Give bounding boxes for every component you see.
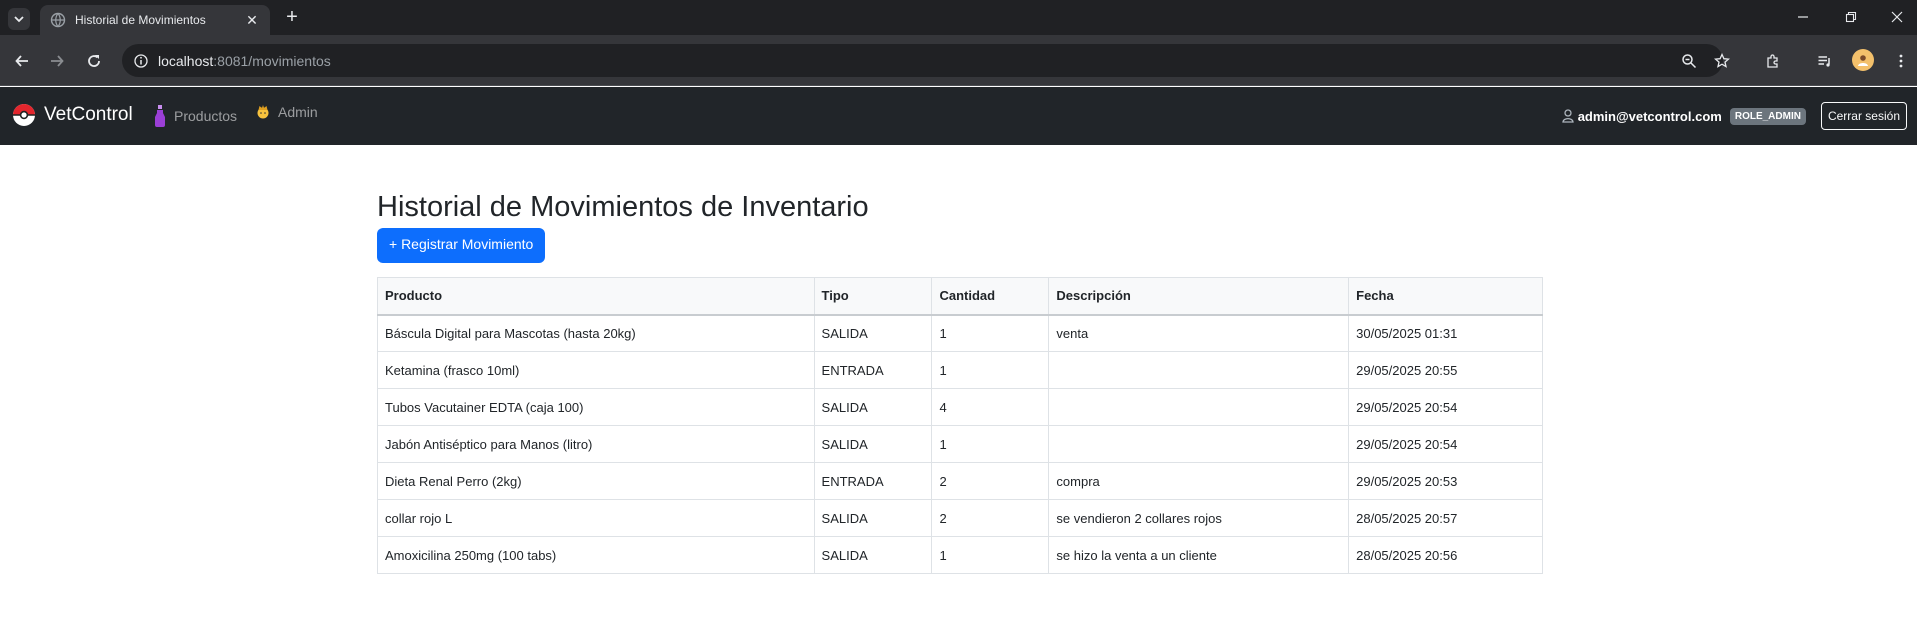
table-row: collar rojo L SALIDA 2 se vendieron 2 co…: [377, 499, 1543, 537]
cell-producto: Dieta Renal Perro (2kg): [377, 462, 815, 500]
cell-descripcion: [1048, 388, 1350, 426]
table-row: Báscula Digital para Mascotas (hasta 20k…: [377, 314, 1543, 352]
close-window-icon[interactable]: [1886, 6, 1908, 28]
cell-tipo: SALIDA: [813, 536, 933, 574]
cell-producto: Tubos Vacutainer EDTA (caja 100): [377, 388, 815, 426]
cell-producto: Báscula Digital para Mascotas (hasta 20k…: [377, 314, 815, 352]
media-queue-icon[interactable]: [1813, 49, 1837, 73]
minimize-icon[interactable]: [1792, 6, 1814, 28]
cell-descripcion: [1048, 351, 1350, 389]
logout-button[interactable]: Cerrar sesión: [1820, 102, 1907, 130]
main-content: Historial de Movimientos de Inventario +…: [377, 190, 1543, 574]
restore-icon[interactable]: [1840, 6, 1862, 28]
cell-descripcion: compra: [1048, 462, 1350, 500]
potion-icon: [154, 104, 166, 128]
reload-icon[interactable]: [82, 49, 106, 73]
nav-link-admin[interactable]: Admin: [256, 104, 318, 120]
cell-cantidad: 4: [931, 388, 1050, 426]
back-icon[interactable]: [10, 49, 34, 73]
cell-descripcion: [1048, 425, 1350, 463]
url-host: localhost: [158, 52, 214, 69]
extensions-icon[interactable]: [1761, 49, 1785, 73]
cell-descripcion: se vendieron 2 collares rojos: [1048, 499, 1350, 537]
cell-cantidad: 1: [931, 351, 1050, 389]
tab-title: Historial de Movimientos: [75, 13, 206, 27]
tab-search-dropdown-icon[interactable]: [8, 8, 30, 30]
table-row: Tubos Vacutainer EDTA (caja 100) SALIDA …: [377, 388, 1543, 426]
role-badge: ROLE_ADMIN: [1729, 107, 1806, 125]
new-tab-icon[interactable]: +: [282, 7, 302, 28]
forward-icon[interactable]: [45, 49, 69, 73]
table-header-row: Producto Tipo Cantidad Descripción Fecha: [377, 277, 1543, 315]
cell-producto: Ketamina (frasco 10ml): [377, 351, 815, 389]
browser-tab[interactable]: Historial de Movimientos ✕: [40, 5, 270, 35]
user-area: admin@vetcontrol.com ROLE_ADMIN Cerrar s…: [1561, 102, 1907, 130]
movements-table: Producto Tipo Cantidad Descripción Fecha…: [377, 277, 1543, 574]
register-movement-button[interactable]: + Registrar Movimiento: [377, 228, 546, 263]
column-header-cantidad: Cantidad: [931, 277, 1050, 315]
cell-tipo: SALIDA: [813, 388, 933, 426]
cell-descripcion: venta: [1048, 314, 1350, 352]
cell-cantidad: 1: [931, 536, 1050, 574]
app-navbar: VetControl Productos Admin admin@vetcont…: [0, 87, 1917, 145]
cell-tipo: SALIDA: [813, 314, 933, 352]
user-email: admin@vetcontrol.com: [1577, 108, 1722, 124]
tab-close-icon[interactable]: ✕: [244, 12, 260, 29]
user-icon: [1561, 109, 1574, 123]
cell-cantidad: 1: [931, 314, 1050, 352]
cell-fecha: 28/05/2025 20:56: [1348, 536, 1543, 574]
column-header-tipo: Tipo: [813, 277, 933, 315]
nav-link-productos[interactable]: Productos: [154, 104, 237, 128]
column-header-descripcion: Descripción: [1048, 277, 1350, 315]
url-path: :8081/movimientos: [213, 52, 331, 69]
pokeball-icon: [12, 103, 36, 127]
cell-fecha: 29/05/2025 20:53: [1348, 462, 1543, 500]
cell-tipo: SALIDA: [813, 425, 933, 463]
browser-toolbar: localhost:8081/movimientos: [0, 35, 1917, 86]
cell-cantidad: 2: [931, 462, 1050, 500]
globe-icon: [50, 12, 66, 28]
cell-cantidad: 1: [931, 425, 1050, 463]
profile-avatar[interactable]: [1852, 49, 1874, 71]
page-title: Historial de Movimientos de Inventario: [377, 191, 869, 223]
column-header-producto: Producto: [377, 277, 815, 315]
bookmark-star-icon[interactable]: [1710, 49, 1734, 73]
cell-tipo: ENTRADA: [813, 351, 933, 389]
browser-tabstrip: Historial de Movimientos ✕ +: [0, 0, 1917, 35]
brand[interactable]: VetControl: [12, 103, 133, 127]
person-icon: [256, 104, 270, 120]
cell-fecha: 28/05/2025 20:57: [1348, 499, 1543, 537]
browser-menu-icon[interactable]: [1889, 49, 1913, 73]
cell-fecha: 29/05/2025 20:55: [1348, 351, 1543, 389]
cell-fecha: 30/05/2025 01:31: [1348, 314, 1543, 352]
cell-producto: Jabón Antiséptico para Manos (litro): [377, 425, 815, 463]
column-header-fecha: Fecha: [1348, 277, 1543, 315]
cell-descripcion: se hizo la venta a un cliente: [1048, 536, 1350, 574]
cell-fecha: 29/05/2025 20:54: [1348, 388, 1543, 426]
brand-name: VetControl: [44, 104, 133, 125]
table-row: Ketamina (frasco 10ml) ENTRADA 1 29/05/2…: [377, 351, 1543, 389]
table-row: Dieta Renal Perro (2kg) ENTRADA 2 compra…: [377, 462, 1543, 500]
table-row: Amoxicilina 250mg (100 tabs) SALIDA 1 se…: [377, 536, 1543, 574]
address-bar[interactable]: localhost:8081/movimientos: [122, 44, 1723, 77]
cell-cantidad: 2: [931, 499, 1050, 537]
table-row: Jabón Antiséptico para Manos (litro) SAL…: [377, 425, 1543, 463]
cell-tipo: ENTRADA: [813, 462, 933, 500]
site-info-icon[interactable]: [134, 53, 148, 68]
cell-producto: collar rojo L: [377, 499, 815, 537]
nav-link-label: Productos: [174, 108, 238, 124]
nav-link-label: Admin: [278, 104, 318, 120]
cell-producto: Amoxicilina 250mg (100 tabs): [377, 536, 815, 574]
zoom-icon[interactable]: [1677, 49, 1701, 73]
cell-tipo: SALIDA: [813, 499, 933, 537]
cell-fecha: 29/05/2025 20:54: [1348, 425, 1543, 463]
